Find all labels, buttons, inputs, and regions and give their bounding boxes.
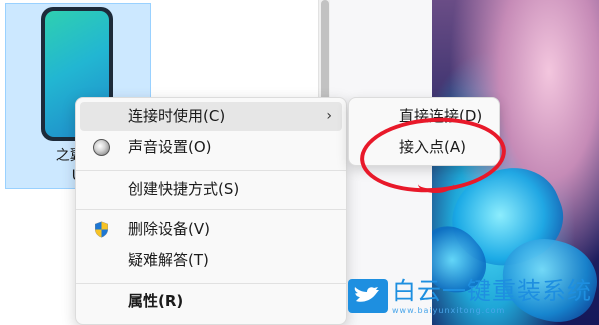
menu-item-label: 属性(R): [128, 292, 184, 310]
uac-shield-icon: [95, 221, 108, 238]
menu-item-label: 创建快捷方式(S): [128, 180, 240, 198]
menu-item-sound-settings[interactable]: 声音设置(O): [80, 133, 342, 162]
bird-logo-icon: [348, 279, 388, 313]
red-highlight-tail: [418, 175, 454, 193]
menu-item-create-shortcut[interactable]: 创建快捷方式(S): [80, 175, 342, 204]
menu-separator: [76, 170, 346, 171]
watermark-text: 白云一键重装系统: [392, 277, 592, 305]
menu-item-connect-using[interactable]: 连接时使用(C) ›: [80, 102, 342, 131]
menu-separator: [76, 283, 346, 284]
menu-separator: [76, 209, 346, 210]
menu-item-label: 疑难解答(T): [128, 251, 209, 269]
menu-item-troubleshoot[interactable]: 疑难解答(T): [80, 246, 342, 275]
menu-item-remove-device[interactable]: 删除设备(V): [80, 215, 342, 244]
menu-item-label: 删除设备(V): [128, 220, 210, 238]
menu-item-label: 声音设置(O): [128, 138, 212, 156]
watermark-url: www.baiyunxitong.com: [392, 306, 506, 315]
chevron-right-icon: ›: [326, 108, 332, 124]
menu-item-properties[interactable]: 属性(R): [80, 287, 342, 316]
menu-item-label: 连接时使用(C): [128, 107, 226, 125]
context-menu: 连接时使用(C) › 声音设置(O) 创建快捷方式(S) 删除设备(V) 疑难解…: [75, 97, 347, 325]
speaker-icon: [93, 139, 110, 156]
